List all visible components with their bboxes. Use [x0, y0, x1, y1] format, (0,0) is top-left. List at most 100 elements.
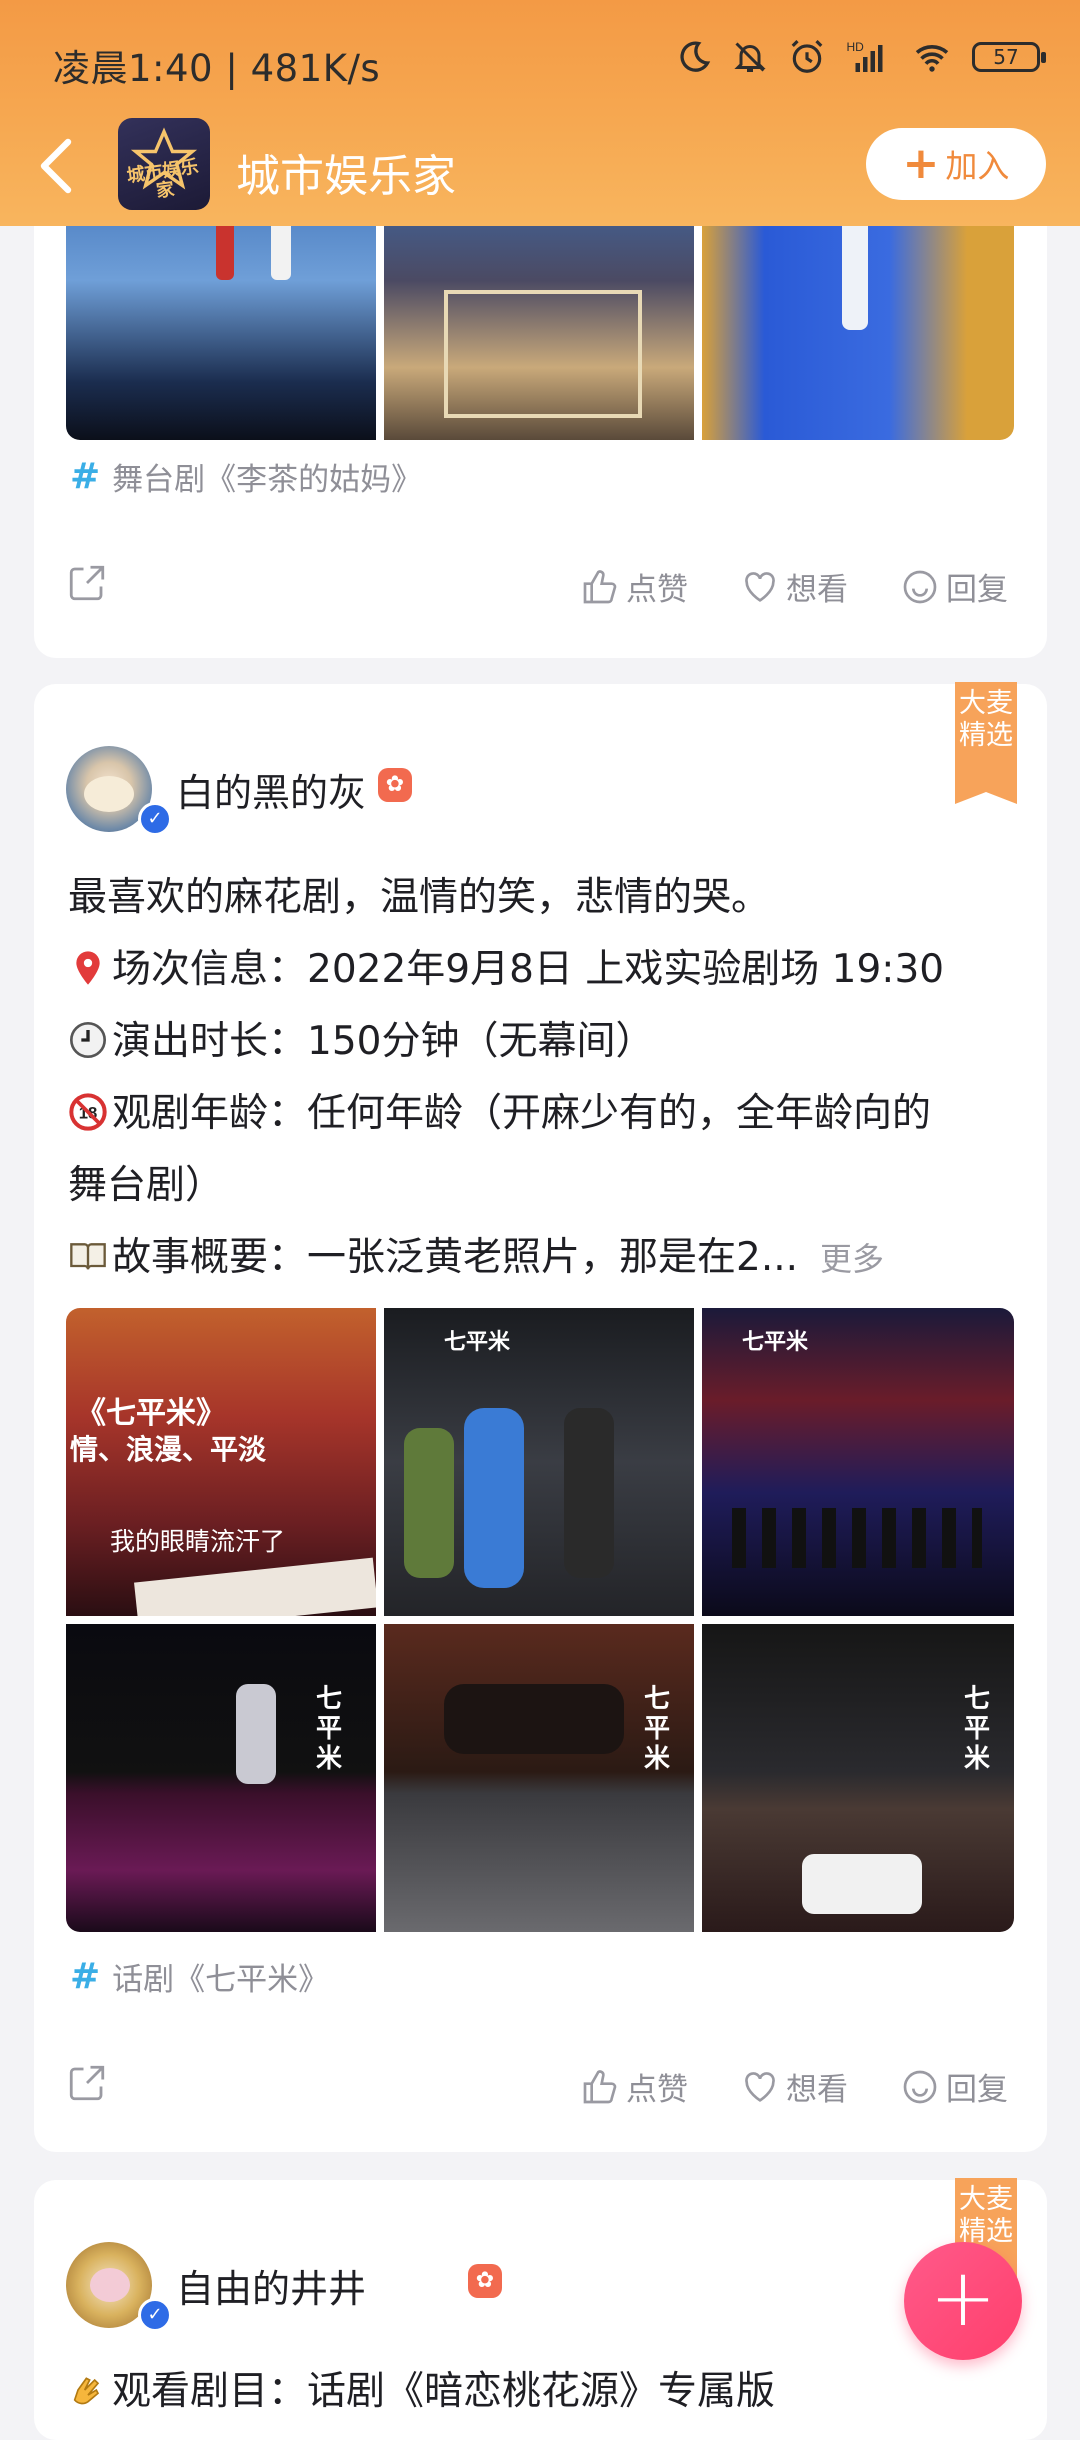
clock-icon: [70, 1022, 106, 1058]
want-label: 想看: [786, 2072, 848, 2108]
actor-figure: [404, 1428, 454, 1578]
post2-image-3[interactable]: 七平米: [702, 1308, 1014, 1616]
want-button[interactable]: 想看: [740, 2064, 848, 2109]
vip-badge-icon: [378, 768, 412, 802]
post-text: 观剧年龄：任何年龄（开麻少有的，全年龄向的: [112, 1091, 932, 1136]
avatar-face: [84, 776, 134, 812]
actor-figure: [564, 1408, 614, 1578]
post2-image-4[interactable]: 七平米: [66, 1624, 376, 1932]
status-time: 凌晨1:40 | 481K/s: [53, 47, 381, 90]
reply-label: 回复: [946, 572, 1008, 608]
reply-button[interactable]: 回复: [900, 2064, 1008, 2109]
damai-pick-badge: 大麦精选: [955, 682, 1017, 804]
post2-image-2[interactable]: 七平米: [384, 1308, 694, 1616]
post2-image-1[interactable]: 《七平米》 情、浪漫、平淡 我的眼睛流汗了: [66, 1308, 376, 1616]
clapping-hands-icon: [73, 2377, 100, 2405]
reply-smile-icon: [903, 570, 937, 603]
nav-bar: 城市娱乐家 城市娱乐家 + 加入: [0, 118, 1080, 218]
image-subtitle: 情、浪漫、平淡: [70, 1433, 267, 1466]
back-arrow-icon[interactable]: [36, 136, 76, 196]
image-caption: 我的眼睛流汗了: [110, 1527, 286, 1556]
like-label: 点赞: [626, 2072, 688, 2108]
reply-label: 回复: [946, 2072, 1008, 2108]
post2-action-bar: 点赞 想看 回复: [34, 2054, 1047, 2114]
post-text: 演出时长：150分钟（无幕间）: [112, 1019, 655, 1064]
reply-button[interactable]: 回复: [900, 564, 1008, 609]
want-label: 想看: [786, 572, 848, 608]
post2-image-5[interactable]: 七平米: [384, 1624, 694, 1932]
like-label: 点赞: [626, 572, 688, 608]
actor-figure: [236, 1684, 276, 1784]
create-post-button[interactable]: +: [904, 2242, 1022, 2360]
verified-badge-icon: ✓: [138, 802, 172, 836]
post-card-3[interactable]: 大麦精选 ✓ 自由的井井 观看剧目：话剧《暗恋桃花源》专属版: [34, 2178, 1047, 2440]
watermark: 七平米: [964, 1684, 991, 1774]
post-text-line: 演出时长：150分钟（无幕间）: [68, 1010, 654, 1066]
post-text-line: 场次信息：2022年9月8日 上戏实验剧场 19:30: [68, 938, 944, 994]
no-under-18-icon: 18: [69, 1093, 107, 1131]
username[interactable]: 白的黑的灰: [176, 762, 366, 817]
post-text-line: 舞台剧）: [68, 1154, 224, 1210]
like-button[interactable]: 点赞: [580, 2064, 688, 2109]
post-text-line: 18观剧年龄：任何年龄（开麻少有的，全年龄向的: [68, 1082, 931, 1138]
post2-image-6[interactable]: 七平米: [702, 1624, 1014, 1932]
post-text: 最喜欢的麻花剧，温情的笑，悲情的哭。: [68, 875, 771, 920]
watermark: 七平米: [644, 1684, 671, 1774]
join-button[interactable]: + 加入: [866, 128, 1046, 200]
post-text: 舞台剧）: [68, 1163, 225, 1208]
bell-off-icon: [734, 42, 766, 72]
status-bar: 凌晨1:40 | 481K/s HD 57: [0, 0, 1080, 120]
post-card-1[interactable]: # 舞台剧《李茶的姑妈》 点赞 想看 回复: [34, 150, 1047, 658]
post2-topic-tag[interactable]: # 话剧《七平米》: [70, 1954, 329, 1999]
thumbs-up-icon: [583, 2069, 617, 2103]
watermark: 七平米: [742, 1330, 809, 1355]
thumbs-up-icon: [583, 569, 617, 603]
post-card-2[interactable]: 大麦精选 ✓ 白的黑的灰 最喜欢的麻花剧，温情的笑，悲情的哭。 场次信息：202…: [34, 682, 1047, 2152]
hash-icon: #: [70, 1956, 101, 1997]
group-logo[interactable]: 城市娱乐家: [118, 118, 210, 210]
post-text: 场次信息：2022年9月8日 上戏实验剧场 19:30: [112, 947, 945, 992]
top-bar: 凌晨1:40 | 481K/s HD 57 城市娱乐家 城市娱乐家 + 加入: [0, 0, 1080, 226]
signal-hd-icon: HD: [847, 40, 883, 72]
dancers: [732, 1508, 982, 1568]
post-text-line: 故事概要：一张泛黄老照片，那是在2... 更多: [68, 1226, 884, 1282]
image-title: 《七平米》: [76, 1396, 226, 1431]
heart-icon: [745, 571, 775, 602]
watermark: 七平米: [316, 1684, 343, 1774]
page-title: 城市娱乐家: [236, 151, 456, 202]
share-icon[interactable]: [66, 2062, 108, 2104]
watermark: 七平米: [444, 1330, 511, 1355]
reply-smile-icon: [903, 2070, 937, 2103]
table-scene: [444, 1684, 624, 1754]
svg-text:HD: HD: [847, 40, 865, 54]
post2-tag-label: 话剧《七平米》: [112, 1962, 330, 1998]
verified-badge-icon: ✓: [138, 2298, 172, 2332]
post1-tag-label: 舞台剧《李茶的姑妈》: [112, 462, 423, 498]
join-label: 加入: [945, 147, 1010, 185]
post-text-line: 最喜欢的麻花剧，温情的笑，悲情的哭。: [68, 866, 770, 922]
share-icon[interactable]: [66, 562, 108, 604]
stage-set: [444, 290, 642, 418]
moon-icon: [680, 41, 711, 72]
location-pin-icon: [76, 951, 100, 985]
actor-figure: [464, 1408, 524, 1588]
like-button[interactable]: 点赞: [580, 564, 688, 609]
hash-icon: #: [70, 456, 101, 497]
username[interactable]: 自由的井井: [176, 2258, 366, 2313]
plus-icon: +: [902, 138, 940, 189]
status-icons: HD 57: [676, 38, 1046, 76]
alarm-icon: [791, 40, 823, 73]
actor-figure: [802, 1854, 922, 1914]
wifi-icon: [915, 45, 949, 72]
post1-action-bar: 点赞 想看 回复: [34, 554, 1047, 614]
want-button[interactable]: 想看: [740, 564, 848, 609]
avatar-face: [90, 2268, 130, 2302]
post-text-line: 观看剧目：话剧《暗恋桃花源》专属版: [68, 2360, 775, 2416]
battery-indicator: 57: [972, 42, 1046, 72]
heart-icon: [745, 2071, 775, 2102]
post1-topic-tag[interactable]: # 舞台剧《李茶的姑妈》: [70, 454, 422, 499]
vip-badge-icon: [468, 2264, 502, 2298]
more-link[interactable]: 更多: [820, 1240, 884, 1278]
ticket-prop: [134, 1557, 376, 1616]
post-text: 故事概要：一张泛黄老照片，那是在2...: [112, 1235, 799, 1280]
